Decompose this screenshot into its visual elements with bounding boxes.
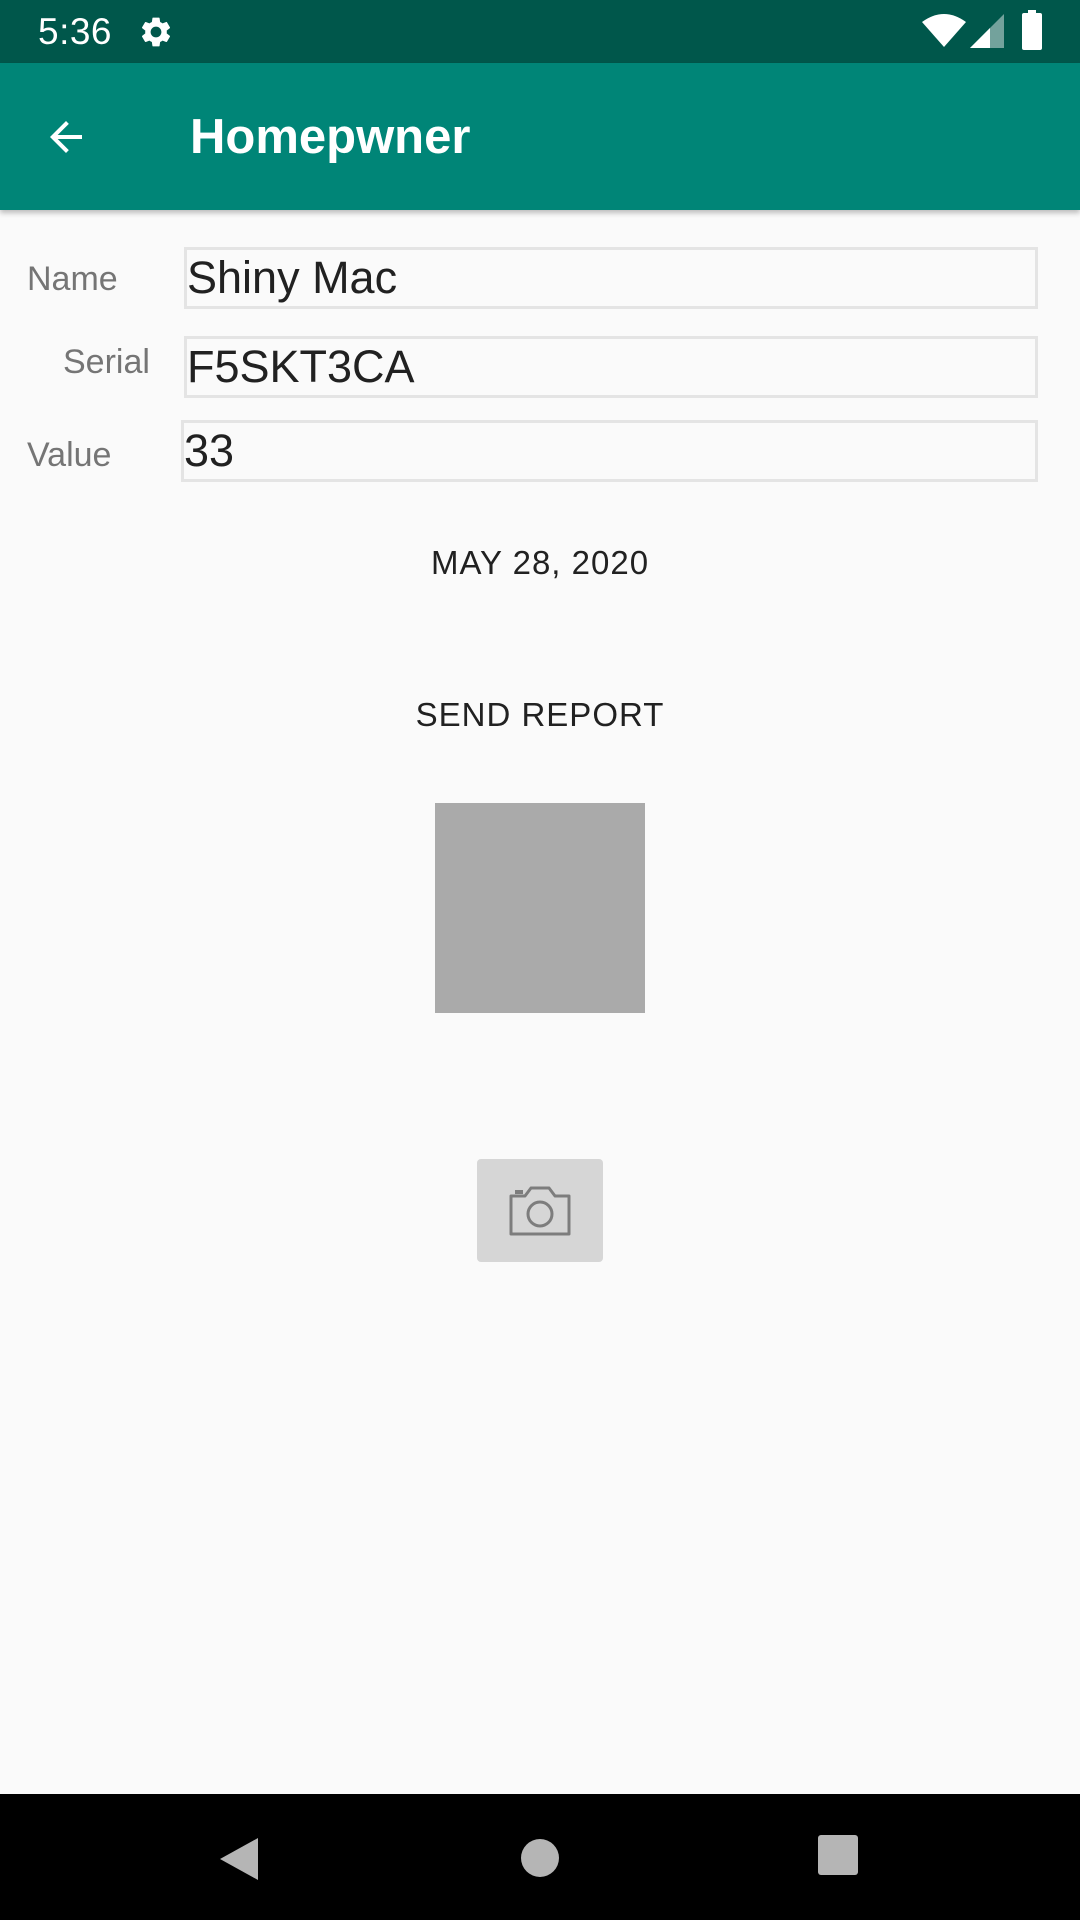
nav-home-icon[interactable] [516,1834,564,1882]
arrow-left-icon [50,121,82,153]
cell-signal-icon [970,14,1004,48]
gear-icon [141,17,171,47]
item-photo [435,803,645,1013]
send-report-button[interactable]: SEND REPORT [340,686,740,744]
name-label: Name [27,260,118,298]
battery-icon [1022,10,1042,50]
serial-label: Serial [63,343,150,381]
camera-icon [509,1186,571,1235]
navigation-bar [0,1794,1080,1920]
status-time: 5:36 [38,11,113,52]
status-bar: 5:36 [0,0,1080,63]
value-label: Value [27,436,112,474]
app-bar: Homepwner [0,63,1080,210]
date-button[interactable]: MAY 28, 2020 [340,534,740,592]
nav-back-icon[interactable] [214,1834,264,1884]
nav-recents-icon[interactable] [818,1835,858,1875]
back-button[interactable] [34,105,98,169]
wifi-icon [922,14,966,47]
name-input[interactable] [184,247,1038,309]
serial-input[interactable] [184,336,1038,398]
app-title: Homepwner [190,110,471,164]
value-input[interactable] [181,420,1038,482]
camera-button[interactable] [477,1159,603,1262]
